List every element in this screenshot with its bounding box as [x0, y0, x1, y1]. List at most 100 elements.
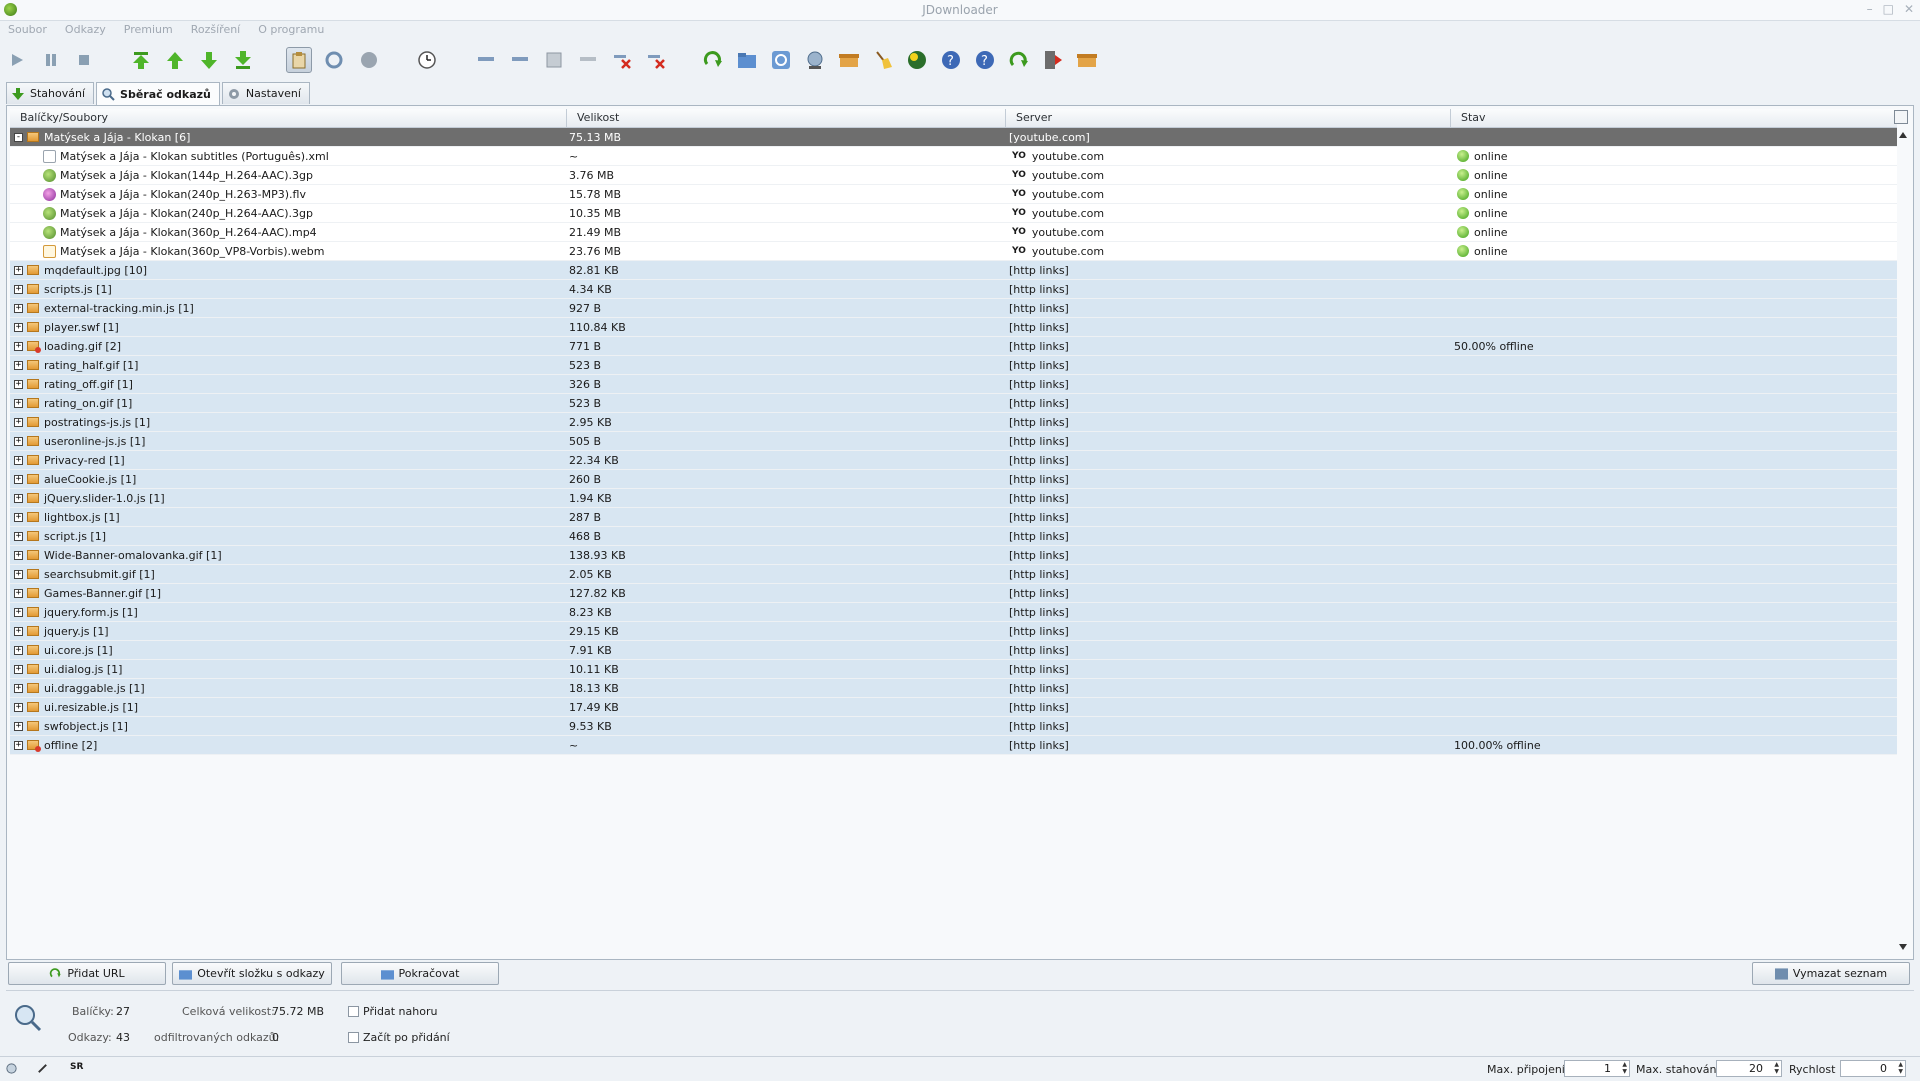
close-icon[interactable]: ✕	[1904, 2, 1914, 16]
help-icon[interactable]: ?	[972, 47, 998, 73]
table-row[interactable]: + player.swf [1] 110.84 KB [http links]	[10, 318, 1897, 337]
arrow-icon[interactable]	[1006, 47, 1032, 73]
globe-icon[interactable]	[904, 47, 930, 73]
table-row[interactable]: Matýsek a Jája - Klokan(240p_H.264-AAC).…	[10, 204, 1897, 223]
table-row[interactable]: + Wide-Banner-omalovanka.gif [1] 138.93 KB…	[10, 546, 1897, 565]
add-url-button[interactable]: Přidat URL	[8, 962, 166, 985]
column-header-size[interactable]: Velikost	[567, 109, 1006, 127]
expand-icon[interactable]: +	[14, 379, 23, 389]
expand-icon[interactable]: +	[14, 322, 23, 332]
expand-icon[interactable]: +	[14, 702, 23, 712]
expand-icon[interactable]: +	[14, 626, 23, 636]
table-row[interactable]: + alueCookie.js [1] 260 B [http links]	[10, 470, 1897, 489]
expand-icon[interactable]: +	[14, 664, 23, 674]
expand-icon[interactable]: +	[14, 474, 23, 484]
expand-icon[interactable]: +	[14, 721, 23, 731]
play-icon[interactable]	[4, 47, 30, 73]
delete-icon[interactable]	[643, 47, 669, 73]
table-row[interactable]: + lightbox.js [1] 287 B [http links]	[10, 508, 1897, 527]
menu-rozsireni[interactable]: Rozšíření	[191, 21, 241, 39]
table-row[interactable]: + scripts.js [1] 4.34 KB [http links]	[10, 280, 1897, 299]
table-row[interactable]: + jquery.js [1] 29.15 KB [http links]	[10, 622, 1897, 641]
menu-soubor[interactable]: Soubor	[8, 21, 47, 39]
broom-icon[interactable]	[870, 47, 896, 73]
column-header-packages[interactable]: Balíčky/Soubory	[10, 109, 567, 127]
expand-icon[interactable]: +	[14, 417, 23, 427]
column-header-server[interactable]: Server	[1006, 109, 1451, 127]
expand-icon[interactable]: +	[14, 284, 23, 294]
table-row[interactable]: + rating_off.gif [1] 326 B [http links]	[10, 375, 1897, 394]
table-row[interactable]: + ui.core.js [1] 7.91 KB [http links]	[10, 641, 1897, 660]
table-row[interactable]: + mqdefault.jpg [10] 82.81 KB [http links]	[10, 261, 1897, 280]
expand-icon[interactable]: +	[14, 493, 23, 503]
table-row[interactable]: Matýsek a Jája - Klokan(360p_H.264-AAC).…	[10, 223, 1897, 242]
table-row[interactable]: Matýsek a Jája - Klokan(240p_H.263-MP3).…	[10, 185, 1897, 204]
expand-icon[interactable]: +	[14, 512, 23, 522]
table-row[interactable]: Matýsek a Jája - Klokan(360p_VP8-Vorbis)…	[10, 242, 1897, 261]
column-header-status[interactable]: Stav	[1451, 109, 1897, 127]
table-row[interactable]: + rating_half.gif [1] 523 B [http links]	[10, 356, 1897, 375]
package-icon[interactable]	[836, 47, 862, 73]
table-row[interactable]: + searchsubmit.gif [1] 2.05 KB [http links]	[10, 565, 1897, 584]
update-icon[interactable]	[414, 47, 440, 73]
exit-icon[interactable]	[1040, 47, 1066, 73]
reconnect-status-icon[interactable]	[5, 1062, 18, 1075]
table-row[interactable]: + postratings-js.js [1] 2.95 KB [http links…	[10, 413, 1897, 432]
table-row[interactable]: + jquery.form.js [1] 8.23 KB [http links]	[10, 603, 1897, 622]
max-downloads-spinner[interactable]: 20	[1716, 1060, 1782, 1077]
scroll-down-icon[interactable]	[1899, 944, 1907, 950]
maximize-icon[interactable]: □	[1883, 2, 1894, 16]
pause-icon[interactable]	[38, 47, 64, 73]
expand-icon[interactable]: +	[14, 740, 23, 750]
remove-icon[interactable]	[575, 47, 601, 73]
open-folder-button[interactable]: Otevřít složku s odkazy	[172, 962, 332, 985]
expand-icon[interactable]: +	[14, 455, 23, 465]
continue-button[interactable]: Pokračovat	[341, 962, 499, 985]
speed-spinner[interactable]: 0	[1840, 1060, 1906, 1077]
move-top-icon[interactable]	[128, 47, 154, 73]
tab-nastaveni[interactable]: Nastavení	[221, 82, 310, 104]
move-bottom-icon[interactable]	[230, 47, 256, 73]
delete-icon[interactable]	[609, 47, 635, 73]
table-row[interactable]: + ui.resizable.js [1] 17.49 KB [http links]	[10, 698, 1897, 717]
table-row[interactable]: + loading.gif [2] 771 B [http links] 50.00% …	[10, 337, 1897, 356]
expand-icon[interactable]: +	[14, 607, 23, 617]
table-row[interactable]: Matýsek a Jája - Klokan subtitles (Portu…	[10, 147, 1897, 166]
expand-icon[interactable]: +	[14, 645, 23, 655]
move-down-icon[interactable]	[196, 47, 222, 73]
expand-icon[interactable]: +	[14, 569, 23, 579]
expand-icon[interactable]: +	[14, 341, 23, 351]
vertical-scrollbar[interactable]	[1896, 128, 1910, 954]
stop-icon[interactable]	[71, 47, 97, 73]
expand-icon[interactable]: +	[14, 398, 23, 408]
table-row[interactable]: + swfobject.js [1] 9.53 KB [http links]	[10, 717, 1897, 736]
expand-icon[interactable]: +	[14, 588, 23, 598]
start-after-add-checkbox[interactable]	[348, 1032, 359, 1043]
max-connections-spinner[interactable]: 1	[1564, 1060, 1630, 1077]
folder-icon[interactable]	[734, 47, 760, 73]
menu-o-programu[interactable]: O programu	[258, 21, 324, 39]
table-row[interactable]: - Matýsek a Jája - Klokan [6] 75.13 MB […	[10, 128, 1897, 147]
remove-icon[interactable]	[541, 47, 567, 73]
tab-sberac-odkazu[interactable]: Sběrač odkazů	[96, 82, 220, 105]
add-icon[interactable]	[700, 47, 726, 73]
table-row[interactable]: + ui.dialog.js [1] 10.11 KB [http links]	[10, 660, 1897, 679]
table-row[interactable]: + Games-Banner.gif [1] 127.82 KB [http link…	[10, 584, 1897, 603]
expand-icon[interactable]: +	[14, 436, 23, 446]
clipboard-status-icon[interactable]	[36, 1062, 49, 1075]
table-row[interactable]: + ui.draggable.js [1] 18.13 KB [http links]	[10, 679, 1897, 698]
remove-icon[interactable]	[473, 47, 499, 73]
expand-icon[interactable]: +	[14, 531, 23, 541]
shutdown-icon[interactable]	[356, 47, 382, 73]
column-chooser-button[interactable]	[1894, 110, 1908, 124]
table-row[interactable]: + jQuery.slider-1.0.js [1] 1.94 KB [http li…	[10, 489, 1897, 508]
menu-odkazy[interactable]: Odkazy	[65, 21, 106, 39]
package-icon[interactable]	[1074, 47, 1100, 73]
network-icon[interactable]	[802, 47, 828, 73]
reconnect-icon[interactable]	[321, 47, 347, 73]
minimize-icon[interactable]: –	[1867, 2, 1873, 16]
expand-icon[interactable]: +	[14, 303, 23, 313]
table-row[interactable]: + useronline-js.js [1] 505 B [http links]	[10, 432, 1897, 451]
table-row[interactable]: + Privacy-red [1] 22.34 KB [http links]	[10, 451, 1897, 470]
add-top-checkbox[interactable]	[348, 1006, 359, 1017]
